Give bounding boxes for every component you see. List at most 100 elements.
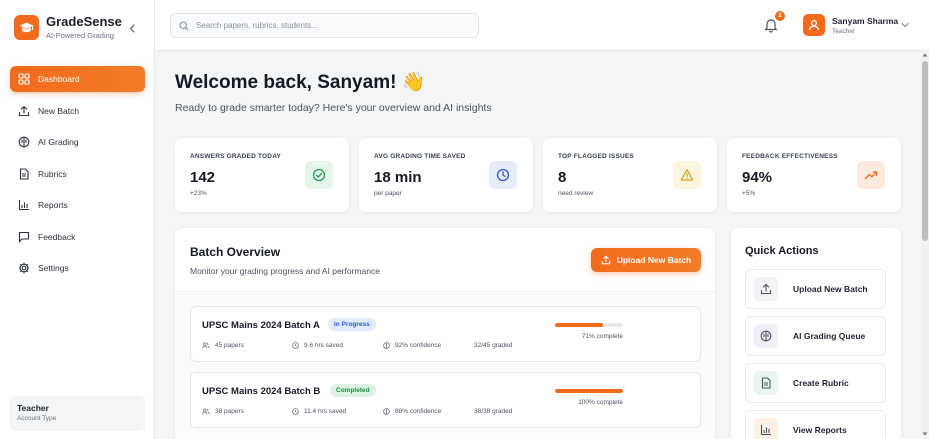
sidebar-item-feedback[interactable]: Feedback bbox=[10, 224, 145, 250]
search-icon bbox=[179, 20, 189, 31]
stat-label: FEEDBACK EFFECTIVENESS bbox=[742, 153, 838, 160]
users-icon bbox=[202, 408, 210, 415]
bar-chart-icon bbox=[18, 199, 30, 211]
scroll-down-arrow-icon[interactable] bbox=[922, 431, 928, 437]
progress-bar bbox=[555, 323, 623, 327]
stat-label: TOP FLAGGED ISSUES bbox=[558, 153, 634, 160]
graded-count: 38/38 graded bbox=[474, 408, 512, 415]
page-subtitle: Ready to grade smarter today? Here's you… bbox=[175, 102, 492, 114]
upload-icon bbox=[18, 105, 30, 117]
quick-action-label: Create Rubric bbox=[793, 378, 849, 388]
graded-count: 32/45 graded bbox=[474, 342, 512, 349]
confidence-text: 92% confidence bbox=[395, 342, 442, 349]
stat-card-flagged-issues: TOP FLAGGED ISSUES 8 need review bbox=[543, 138, 717, 212]
upload-icon bbox=[601, 255, 611, 265]
collapse-sidebar-button[interactable] bbox=[127, 22, 137, 34]
page-title: Welcome back, Sanyam! 👋 bbox=[175, 72, 426, 93]
brain-icon bbox=[754, 324, 778, 348]
stat-note: +5% bbox=[742, 190, 756, 197]
quick-action-view-reports[interactable]: View Reports bbox=[745, 410, 886, 439]
search-bar[interactable] bbox=[170, 13, 479, 38]
search-input[interactable] bbox=[196, 21, 456, 30]
warning-icon bbox=[673, 161, 701, 189]
chat-icon bbox=[18, 231, 30, 243]
stat-card-feedback-effectiveness: FEEDBACK EFFECTIVENESS 94% +5% bbox=[727, 138, 901, 212]
brand[interactable]: GradeSense AI-Powered Grading bbox=[14, 14, 122, 40]
sidebar-item-reports[interactable]: Reports bbox=[10, 192, 145, 218]
progress-bar bbox=[555, 389, 623, 393]
scrollbar-thumb[interactable] bbox=[922, 61, 928, 241]
confidence: 92% confidence bbox=[383, 342, 441, 349]
chevron-left-icon bbox=[129, 23, 135, 33]
stat-note: +23% bbox=[190, 190, 207, 197]
batch-overview-panel: Batch Overview Monitor your grading prog… bbox=[175, 228, 715, 439]
user-menu[interactable]: Sanyam Sharma Teacher bbox=[803, 14, 898, 36]
papers-count: 38 papers bbox=[202, 408, 244, 415]
brand-name: GradeSense bbox=[46, 14, 122, 29]
time-saved-text: 9.6 hrs saved bbox=[304, 342, 344, 349]
papers-text: 38 papers bbox=[215, 408, 244, 415]
trending-up-icon bbox=[857, 161, 885, 189]
quick-actions-panel: Quick Actions Upload New Batch AI Gradin… bbox=[731, 228, 901, 439]
chevron-down-icon[interactable] bbox=[901, 22, 909, 28]
batch-row[interactable]: UPSC Mains 2024 Batch B Completed 38 pap… bbox=[190, 372, 701, 428]
scroll-up-arrow-icon[interactable] bbox=[922, 52, 928, 58]
progress-bar-fill bbox=[555, 323, 604, 327]
brain-icon bbox=[18, 136, 30, 148]
avatar bbox=[803, 14, 825, 36]
sidebar-item-label: Settings bbox=[38, 263, 69, 273]
stat-card-answers-graded: ANSWERS GRADED TODAY 142 +23% bbox=[175, 138, 349, 212]
quick-action-label: Upload New Batch bbox=[793, 284, 868, 294]
upload-new-batch-button[interactable]: Upload New Batch bbox=[591, 248, 701, 272]
stat-note: need review bbox=[558, 190, 594, 197]
stat-label: AVG GRADING TIME SAVED bbox=[374, 153, 466, 160]
page-scrollbar[interactable] bbox=[921, 51, 929, 439]
quick-action-ai-grading-queue[interactable]: AI Grading Queue bbox=[745, 316, 886, 356]
graded-text: 32/45 graded bbox=[474, 342, 513, 349]
user-name: Sanyam Sharma bbox=[832, 15, 899, 26]
account-type-card: Teacher Account Type bbox=[10, 396, 145, 431]
confidence-text: 88% confidence bbox=[395, 408, 442, 415]
status-badge: Completed bbox=[330, 384, 376, 397]
sidebar-item-label: AI Grading bbox=[38, 137, 79, 147]
sidebar-item-settings[interactable]: Settings bbox=[10, 255, 145, 281]
time-saved: 11.4 hrs saved bbox=[292, 408, 346, 415]
brand-tagline: AI-Powered Grading bbox=[46, 31, 114, 40]
batch-name: UPSC Mains 2024 Batch A bbox=[202, 320, 320, 331]
progress-text: 71% complete bbox=[581, 333, 623, 340]
gear-icon bbox=[18, 262, 30, 274]
clock-icon bbox=[292, 342, 299, 349]
quick-action-label: AI Grading Queue bbox=[793, 331, 866, 341]
sidebar-item-ai-grading[interactable]: AI Grading bbox=[10, 129, 145, 155]
sidebar-item-label: New Batch bbox=[38, 105, 80, 116]
grid-icon bbox=[18, 73, 30, 85]
progress-text: 100% complete bbox=[578, 399, 623, 406]
batch-overview-subtitle: Monitor your grading progress and AI per… bbox=[190, 266, 380, 276]
graduation-cap-icon bbox=[14, 14, 39, 40]
batch-name: UPSC Mains 2024 Batch B bbox=[202, 386, 321, 397]
brain-icon bbox=[383, 408, 390, 415]
batch-row[interactable]: UPSC Mains 2024 Batch A In Progress 45 p… bbox=[190, 306, 701, 362]
brain-icon bbox=[383, 342, 390, 349]
users-icon bbox=[202, 342, 210, 349]
upload-icon bbox=[754, 277, 778, 301]
status-badge: In Progress bbox=[328, 318, 376, 331]
sidebar-item-dashboard[interactable]: Dashboard bbox=[10, 66, 145, 92]
stat-card-avg-time-saved: AVG GRADING TIME SAVED 18 min per paper bbox=[359, 138, 533, 212]
quick-actions-title: Quick Actions bbox=[745, 245, 819, 257]
graded-text: 38/38 graded bbox=[474, 408, 513, 415]
clock-icon bbox=[292, 408, 299, 415]
time-saved: 9.6 hrs saved bbox=[292, 342, 343, 349]
sidebar-item-new-batch[interactable]: New Batch bbox=[10, 98, 145, 124]
sidebar-item-rubrics[interactable]: Rubrics bbox=[10, 161, 145, 187]
confidence: 88% confidence bbox=[383, 408, 441, 415]
batch-overview-title: Batch Overview bbox=[190, 245, 281, 259]
quick-action-upload-new-batch[interactable]: Upload New Batch bbox=[745, 269, 886, 309]
bar-chart-icon bbox=[754, 418, 778, 439]
document-icon bbox=[18, 167, 30, 180]
quick-action-create-rubric[interactable]: Create Rubric bbox=[745, 363, 886, 403]
progress-bar-fill bbox=[555, 389, 623, 393]
stat-label: ANSWERS GRADED TODAY bbox=[190, 153, 282, 160]
notification-count-badge: 2 bbox=[775, 11, 785, 21]
user-icon bbox=[808, 19, 820, 31]
